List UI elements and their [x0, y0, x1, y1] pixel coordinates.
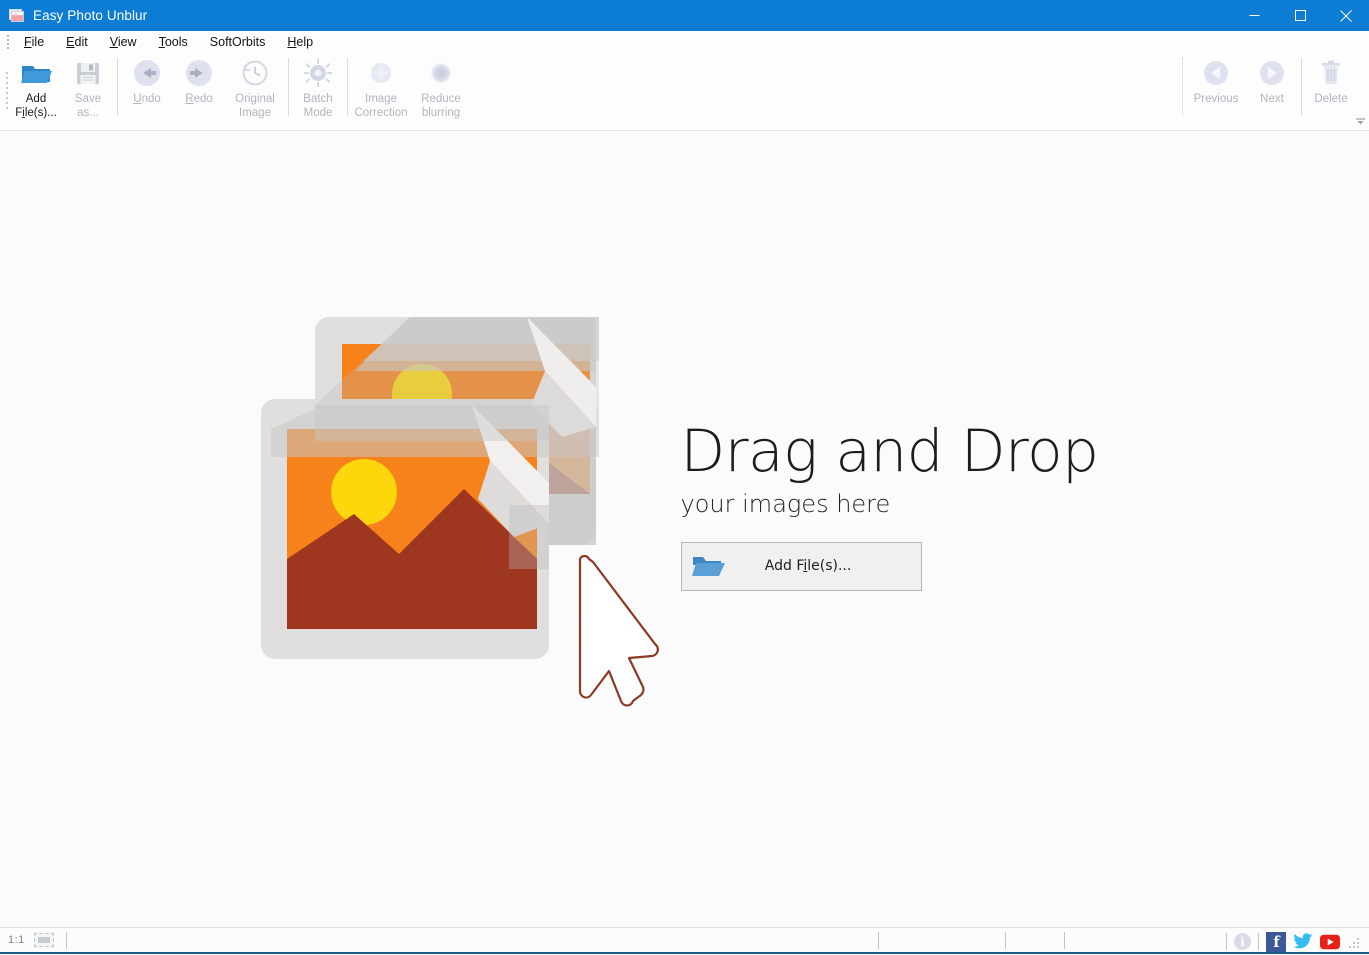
toolbar-button-batch-mode-line2: Mode	[304, 107, 333, 121]
status-separator-1	[66, 932, 67, 949]
toolbar-separator-3	[347, 58, 348, 116]
toolbar-button-original-image-line2: Image	[239, 107, 271, 121]
toolbar-button-delete[interactable]: Delete	[1305, 52, 1357, 107]
trash-bin-icon	[1314, 56, 1348, 90]
menu-item-view-rest: iew	[118, 35, 137, 49]
fold-band-1	[315, 405, 549, 441]
chevron-down-icon[interactable]	[1354, 115, 1366, 127]
toolbar-button-next-label: Next	[1260, 93, 1284, 107]
menu-item-help-rest: elp	[296, 35, 313, 49]
toolbar-button-redo-label: Redo	[185, 93, 213, 107]
toolbar-button-image-correction-line1: Image	[365, 93, 397, 107]
blur-circle-icon	[424, 56, 458, 90]
toolbar-button-add-files[interactable]: Add File(s)...	[10, 52, 62, 120]
youtube-icon[interactable]	[1320, 932, 1340, 952]
toolbar-button-reduce-blurring-line1: Reduce	[421, 93, 461, 107]
minimize-button[interactable]	[1231, 0, 1277, 31]
toolbar-button-batch-mode-line1: Batch	[303, 93, 332, 107]
toolbar: Add File(s)...	[0, 52, 1369, 131]
status-separator-2	[878, 932, 879, 949]
menu-item-file-rest: ile	[32, 35, 45, 49]
image-correction-icon	[364, 56, 398, 90]
toolbar-button-save-as[interactable]: Save as...	[62, 52, 114, 120]
status-separator-5	[1226, 933, 1227, 950]
toolbar-button-original-image-line1: Original	[235, 93, 275, 107]
toolbar-separator-2	[288, 58, 289, 116]
toolbar-button-batch-mode[interactable]: Batch Mode	[292, 52, 344, 120]
title-bar: Easy Photo Unblur	[0, 0, 1369, 31]
maximize-button[interactable]	[1277, 0, 1323, 31]
toolbar-separator-5	[1301, 58, 1302, 116]
menu-bar: File Edit View Tools SoftOrbits Help	[0, 31, 1369, 52]
menu-item-tools-rest: ools	[165, 35, 188, 49]
status-separator-4	[1064, 932, 1065, 949]
toolbar-button-image-correction[interactable]: Image Correction	[351, 52, 411, 120]
toolbar-button-redo[interactable]: Redo	[173, 52, 225, 107]
toolbar-button-undo-label: Undo	[133, 93, 161, 107]
floppy-disk-icon	[71, 56, 105, 90]
cursor-arrow-icon	[580, 556, 658, 706]
menu-item-tools[interactable]: Tools	[148, 33, 199, 51]
drop-text-block: Drag and Drop your images here Add File(…	[681, 421, 1099, 597]
zoom-level-label: 1:1	[8, 934, 25, 946]
next-arrow-icon	[1255, 56, 1289, 90]
open-folder-icon	[19, 56, 53, 90]
toolbar-separator-1	[117, 58, 118, 116]
toolbar-button-reduce-blurring-line2: blurring	[422, 107, 460, 121]
status-separator-6	[1258, 933, 1259, 950]
toolbar-button-reduce-blurring[interactable]: Reduce blurring	[411, 52, 471, 120]
toolbar-button-add-files-line1: Add	[26, 93, 46, 107]
app-icon	[9, 8, 25, 24]
status-separator-3	[1005, 932, 1006, 949]
close-button[interactable]	[1323, 0, 1369, 31]
two-photos-with-cursor-illustration	[259, 309, 659, 709]
toolbar-button-previous[interactable]: Previous	[1186, 52, 1246, 107]
window-controls	[1231, 0, 1369, 31]
toolbar-button-original-image[interactable]: Original Image	[225, 52, 285, 120]
gear-sun-icon	[301, 56, 335, 90]
toolbar-button-image-correction-line2: Correction	[354, 107, 407, 121]
previous-arrow-icon	[1199, 56, 1233, 90]
thumbnail-icon[interactable]	[34, 933, 54, 947]
toolbar-right-group: Previous Next	[1179, 52, 1357, 131]
main-canvas[interactable]: Drag and Drop your images here Add File(…	[0, 131, 1369, 927]
status-right-group: i f	[1226, 928, 1361, 955]
blue-folder-icon	[690, 552, 726, 580]
toolbar-button-save-as-line2: as...	[77, 107, 99, 121]
menu-item-edit[interactable]: Edit	[55, 33, 99, 51]
menu-item-view[interactable]: View	[99, 33, 148, 51]
info-icon[interactable]: i	[1234, 933, 1251, 950]
toolbar-button-delete-label: Delete	[1314, 93, 1347, 107]
menu-item-softorbits[interactable]: SoftOrbits	[199, 33, 277, 51]
add-files-button[interactable]: Add File(s)...	[681, 542, 922, 591]
resize-grip-icon[interactable]	[1349, 936, 1361, 948]
window-title: Easy Photo Unblur	[33, 0, 1231, 31]
drop-title: Drag and Drop	[681, 421, 1099, 482]
add-files-button-label: Add File(s)...	[726, 558, 921, 574]
twitter-icon[interactable]	[1293, 932, 1313, 952]
status-bar: 1:1 i f	[0, 927, 1369, 954]
facebook-icon[interactable]: f	[1266, 932, 1286, 952]
redo-arrow-icon	[182, 56, 216, 90]
toolbar-separator-4	[1182, 58, 1183, 116]
toolbar-button-add-files-line2: File(s)...	[15, 107, 57, 121]
toolbar-left-group: Add File(s)...	[10, 52, 471, 131]
menu-item-edit-rest: dit	[75, 35, 88, 49]
menu-item-file[interactable]: File	[13, 33, 55, 51]
toolbar-grip-icon	[3, 55, 10, 125]
drop-zone[interactable]: Drag and Drop your images here Add File(…	[0, 131, 1369, 927]
undo-arrow-icon	[130, 56, 164, 90]
fold-band-2	[509, 505, 549, 569]
menu-item-help[interactable]: Help	[276, 33, 324, 51]
application-window: Easy Photo Unblur File Edit View Tools S…	[0, 0, 1369, 954]
clock-history-icon	[238, 56, 272, 90]
toolbar-button-next[interactable]: Next	[1246, 52, 1298, 107]
toolbar-button-save-as-line1: Save	[75, 93, 101, 107]
toolbar-button-undo[interactable]: Undo	[121, 52, 173, 107]
toolbar-button-previous-label: Previous	[1194, 93, 1239, 107]
drop-subtitle: your images here	[681, 490, 1099, 518]
menu-grip-icon	[3, 34, 12, 49]
